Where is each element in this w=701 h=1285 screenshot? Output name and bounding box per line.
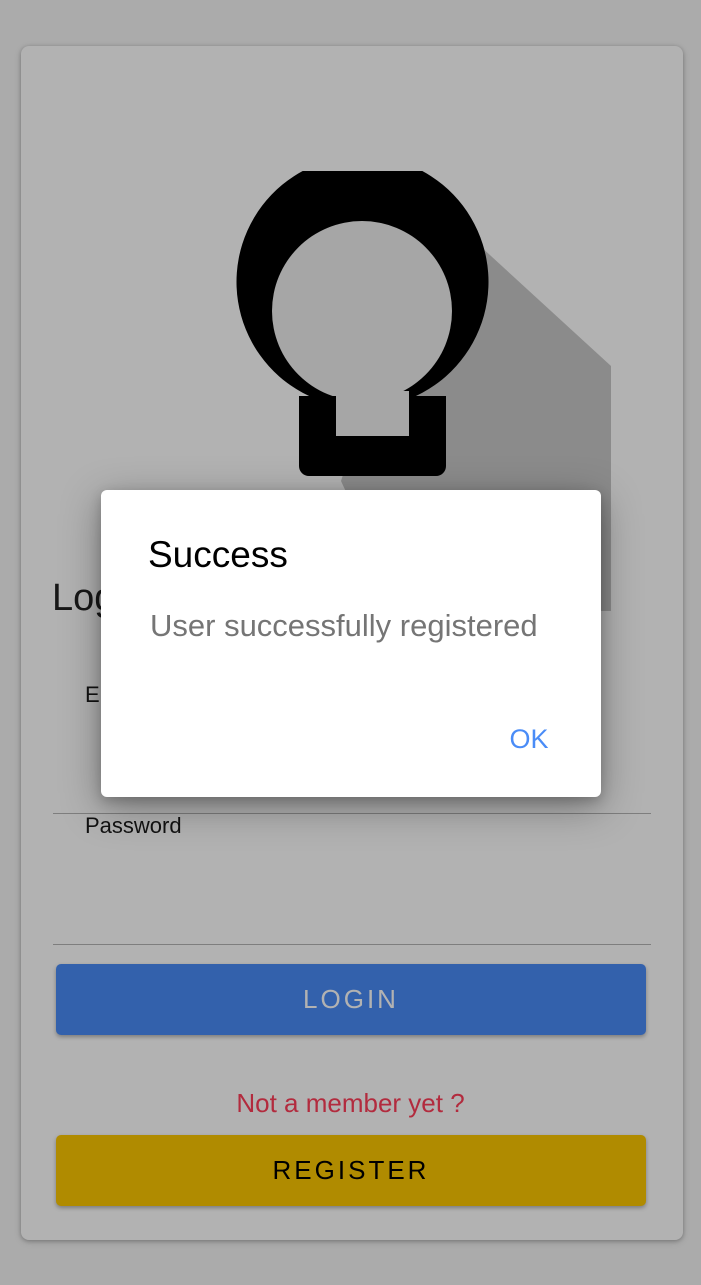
dialog-title: Success (148, 534, 288, 575)
dialog-message: User successfully registered (150, 608, 538, 643)
dialog-ok-button[interactable]: OK (499, 716, 559, 762)
success-dialog: Success User successfully registered OK (101, 490, 601, 797)
